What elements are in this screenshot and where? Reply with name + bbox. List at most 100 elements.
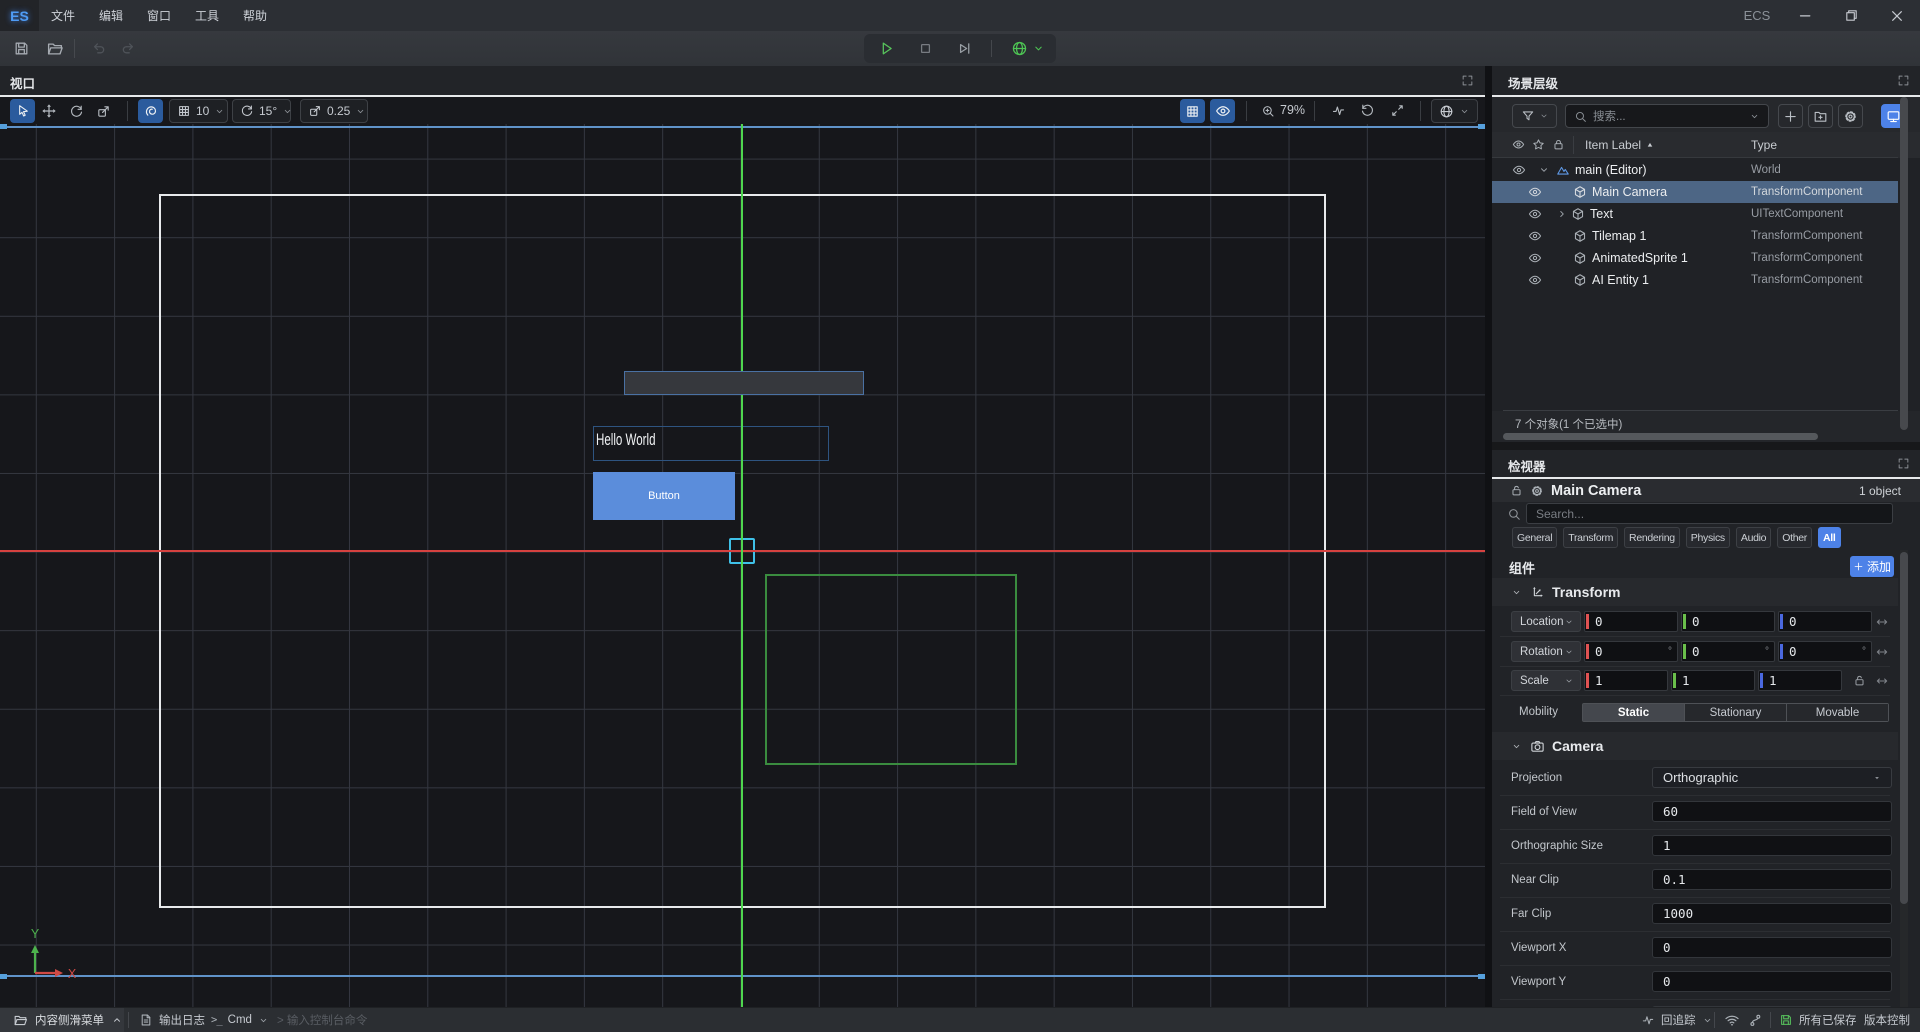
move-tool-button[interactable] bbox=[36, 99, 61, 123]
filter-button[interactable] bbox=[1512, 104, 1557, 128]
menu-item-window[interactable]: 窗口 bbox=[135, 0, 183, 31]
eye-column-icon[interactable] bbox=[1512, 138, 1525, 151]
orthographic-size-input[interactable]: 1 bbox=[1652, 835, 1892, 856]
eye-icon[interactable] bbox=[1528, 229, 1542, 243]
scale-label-dropdown[interactable]: Scale bbox=[1511, 670, 1581, 691]
source-control-button[interactable] bbox=[1748, 1008, 1763, 1032]
tab-physics[interactable]: Physics bbox=[1686, 527, 1730, 548]
camera-handle-bl[interactable] bbox=[0, 974, 7, 979]
mobility-static[interactable]: Static bbox=[1583, 704, 1684, 721]
platform-button[interactable] bbox=[1011, 40, 1028, 57]
eye-icon[interactable] bbox=[1512, 163, 1526, 177]
visibility-toggle-button[interactable] bbox=[1210, 99, 1235, 123]
tab-audio[interactable]: Audio bbox=[1736, 527, 1771, 548]
play-button[interactable] bbox=[878, 40, 895, 57]
rotation-y-field[interactable]: 0° bbox=[1681, 641, 1775, 662]
camera-handle-br[interactable] bbox=[1478, 974, 1485, 979]
text-object[interactable]: Hello World bbox=[593, 426, 829, 461]
camera-handle-tl[interactable] bbox=[0, 124, 7, 129]
scale-y-field[interactable]: 1 bbox=[1671, 670, 1755, 691]
button-object[interactable]: Button bbox=[593, 472, 735, 520]
mobility-stationary[interactable]: Stationary bbox=[1684, 704, 1786, 721]
step-button[interactable] bbox=[956, 40, 973, 57]
rotation-x-field[interactable]: 0° bbox=[1584, 641, 1678, 662]
near-clip-input[interactable]: 0.1 bbox=[1652, 869, 1892, 890]
location-x-field[interactable]: 0 bbox=[1584, 611, 1678, 632]
scale-tool-button[interactable] bbox=[91, 99, 116, 123]
vertical-splitter[interactable] bbox=[1485, 66, 1492, 1007]
console-command-input[interactable]: > 输入控制台命令 bbox=[277, 1008, 367, 1032]
tab-general[interactable]: General bbox=[1512, 527, 1557, 548]
version-control-button[interactable]: 版本控制 bbox=[1864, 1008, 1910, 1032]
zoom-button[interactable] bbox=[1261, 104, 1275, 118]
grid-snap-dropdown[interactable]: 10 bbox=[169, 99, 228, 123]
unlock-icon[interactable] bbox=[1510, 484, 1523, 497]
menu-item-file[interactable]: 文件 bbox=[39, 0, 87, 31]
trace-dropdown[interactable]: 回追踪 bbox=[1641, 1008, 1713, 1032]
rotation-label-dropdown[interactable]: Rotation bbox=[1511, 641, 1581, 662]
column-item-label[interactable]: Item Label bbox=[1585, 138, 1641, 152]
hierarchy-hscrollbar[interactable] bbox=[1503, 433, 1818, 440]
hierarchy-row-main-camera[interactable]: Main Camera TransformComponent bbox=[1492, 181, 1898, 203]
viewport-y-input[interactable]: 0 bbox=[1652, 971, 1892, 992]
hierarchy-vscrollbar[interactable] bbox=[1900, 97, 1908, 430]
scale-snap-dropdown[interactable]: 0.25 bbox=[300, 99, 368, 123]
snap-toggle-button[interactable] bbox=[138, 99, 163, 123]
horizontal-splitter[interactable] bbox=[1492, 442, 1920, 450]
viewport-x-input[interactable]: 0 bbox=[1652, 937, 1892, 958]
column-type[interactable]: Type bbox=[1751, 138, 1777, 152]
chevron-right-icon[interactable] bbox=[1556, 208, 1568, 220]
tab-all[interactable]: All bbox=[1818, 527, 1841, 548]
lock-column-icon[interactable] bbox=[1552, 138, 1565, 151]
eye-icon[interactable] bbox=[1528, 207, 1542, 221]
field-of-view-input[interactable]: 60 bbox=[1652, 801, 1892, 822]
redo-button[interactable] bbox=[120, 40, 137, 57]
add-component-button[interactable]: 添加 bbox=[1850, 556, 1894, 577]
eye-icon[interactable] bbox=[1528, 273, 1542, 287]
hierarchy-settings-button[interactable] bbox=[1838, 104, 1863, 128]
rotate-tool-button[interactable] bbox=[64, 99, 89, 123]
scale-z-field[interactable]: 1 bbox=[1758, 670, 1842, 691]
location-label-dropdown[interactable]: Location bbox=[1511, 611, 1581, 632]
menu-item-tools[interactable]: 工具 bbox=[183, 0, 231, 31]
inspector-expand-button[interactable] bbox=[1897, 457, 1910, 470]
link-values-icon[interactable] bbox=[1875, 674, 1889, 688]
far-clip-input[interactable]: 1000 bbox=[1652, 903, 1892, 924]
hierarchy-row-main[interactable]: main (Editor) World bbox=[1492, 159, 1898, 181]
inspector-search-input[interactable]: Search... bbox=[1526, 503, 1893, 524]
reset-view-button[interactable] bbox=[1360, 103, 1375, 118]
projection-dropdown[interactable]: Orthographic bbox=[1652, 767, 1892, 788]
hierarchy-expand-button[interactable] bbox=[1897, 74, 1910, 87]
tab-other[interactable]: Other bbox=[1777, 527, 1812, 548]
platform-dropdown-arrow[interactable] bbox=[1032, 42, 1045, 55]
cmd-dropdown[interactable]: >_ Cmd bbox=[211, 1008, 269, 1032]
eye-icon[interactable] bbox=[1528, 251, 1542, 265]
location-y-field[interactable]: 0 bbox=[1681, 611, 1775, 632]
stop-button[interactable] bbox=[917, 40, 934, 57]
minimize-button[interactable] bbox=[1788, 0, 1822, 31]
output-log-button[interactable]: 输出日志 bbox=[139, 1008, 205, 1032]
new-folder-button[interactable] bbox=[1808, 104, 1833, 128]
chevron-down-icon[interactable] bbox=[1538, 164, 1550, 176]
tab-rendering[interactable]: Rendering bbox=[1624, 527, 1680, 548]
stats-button[interactable] bbox=[1331, 103, 1346, 118]
save-status[interactable]: 所有已保存 bbox=[1779, 1008, 1857, 1032]
undo-button[interactable] bbox=[90, 40, 107, 57]
panel-object[interactable] bbox=[624, 371, 864, 395]
location-z-field[interactable]: 0 bbox=[1778, 611, 1872, 632]
open-button[interactable] bbox=[46, 40, 63, 57]
inspector-vscrollbar[interactable] bbox=[1900, 552, 1908, 904]
hierarchy-row-ai-entity[interactable]: AI Entity 1 TransformComponent bbox=[1492, 269, 1898, 291]
hierarchy-search-input[interactable]: 搜索... bbox=[1565, 104, 1769, 128]
network-status-button[interactable] bbox=[1724, 1008, 1740, 1032]
viewport-expand-button[interactable] bbox=[1461, 74, 1474, 87]
fullscreen-button[interactable] bbox=[1390, 103, 1405, 118]
scene-canvas[interactable]: Hello World Button Y X bbox=[0, 124, 1485, 1007]
hierarchy-row-text[interactable]: Text UITextComponent bbox=[1492, 203, 1898, 225]
add-entity-button[interactable] bbox=[1778, 104, 1803, 128]
select-tool-button[interactable] bbox=[10, 99, 35, 123]
tab-transform[interactable]: Transform bbox=[1563, 527, 1618, 548]
camera-section-header[interactable]: Camera bbox=[1492, 732, 1898, 760]
mobility-movable[interactable]: Movable bbox=[1786, 704, 1888, 721]
star-column-icon[interactable] bbox=[1532, 138, 1545, 151]
